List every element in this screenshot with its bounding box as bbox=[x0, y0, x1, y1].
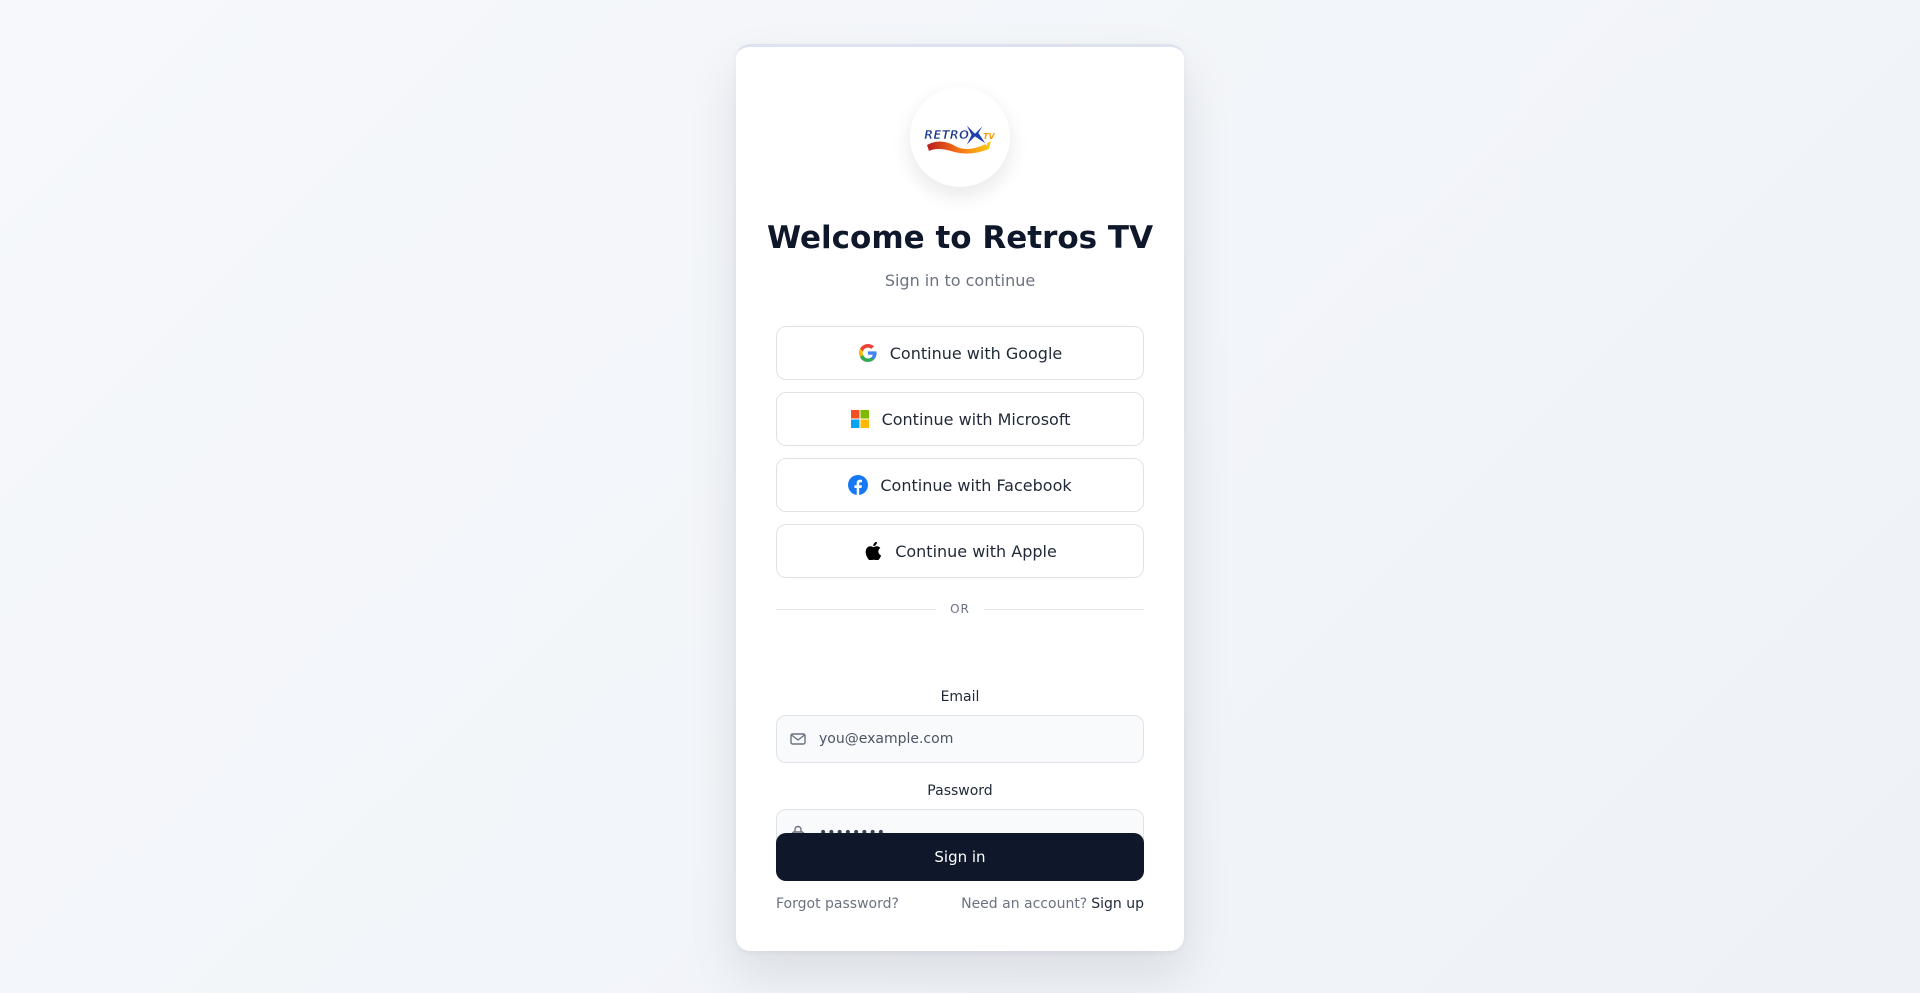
sign-in-button[interactable]: Sign in bbox=[776, 833, 1144, 881]
svg-text:TV: TV bbox=[983, 132, 995, 141]
apple-icon bbox=[863, 541, 883, 561]
page-title: Welcome to Retros TV bbox=[766, 220, 1154, 256]
microsoft-signin-label: Continue with Microsoft bbox=[881, 409, 1071, 429]
page-subtitle: Sign in to continue bbox=[884, 271, 1036, 290]
google-signin-label: Continue with Google bbox=[889, 343, 1063, 363]
apple-signin-label: Continue with Apple bbox=[895, 541, 1057, 561]
divider-line-right bbox=[983, 608, 1145, 610]
svg-text:RETRO: RETRO bbox=[924, 128, 969, 142]
mail-icon bbox=[789, 730, 807, 748]
signup-prompt: Need an account? Sign up bbox=[961, 896, 1144, 912]
facebook-icon bbox=[848, 475, 869, 495]
card-footer: Forgot password? Need an account? Sign up bbox=[776, 896, 1144, 912]
microsoft-signin-button[interactable]: Continue with Microsoft bbox=[776, 392, 1144, 446]
divider-line-left bbox=[776, 608, 937, 610]
need-account-text: Need an account? bbox=[961, 896, 1088, 912]
email-field[interactable] bbox=[776, 715, 1144, 763]
google-icon bbox=[858, 343, 878, 363]
apple-signin-button[interactable]: Continue with Apple bbox=[776, 524, 1144, 578]
sign-up-link[interactable]: Sign up bbox=[1091, 896, 1144, 912]
email-label: Email bbox=[940, 689, 980, 705]
facebook-signin-button[interactable]: Continue with Facebook bbox=[776, 458, 1144, 512]
password-label: Password bbox=[927, 783, 993, 799]
retros-tv-logo-icon: RETRO TV bbox=[924, 122, 995, 154]
microsoft-icon bbox=[850, 409, 870, 429]
forgot-password-link[interactable]: Forgot password? bbox=[776, 896, 899, 912]
divider-text: OR bbox=[950, 602, 970, 616]
app-logo: RETRO TV bbox=[910, 87, 1010, 187]
facebook-signin-label: Continue with Facebook bbox=[880, 475, 1072, 495]
or-divider: OR bbox=[776, 601, 1145, 617]
login-card: RETRO TV Welcome to Retros TV Sign in to… bbox=[736, 44, 1184, 951]
google-signin-button[interactable]: Continue with Google bbox=[776, 326, 1144, 380]
email-input[interactable] bbox=[819, 731, 1119, 747]
